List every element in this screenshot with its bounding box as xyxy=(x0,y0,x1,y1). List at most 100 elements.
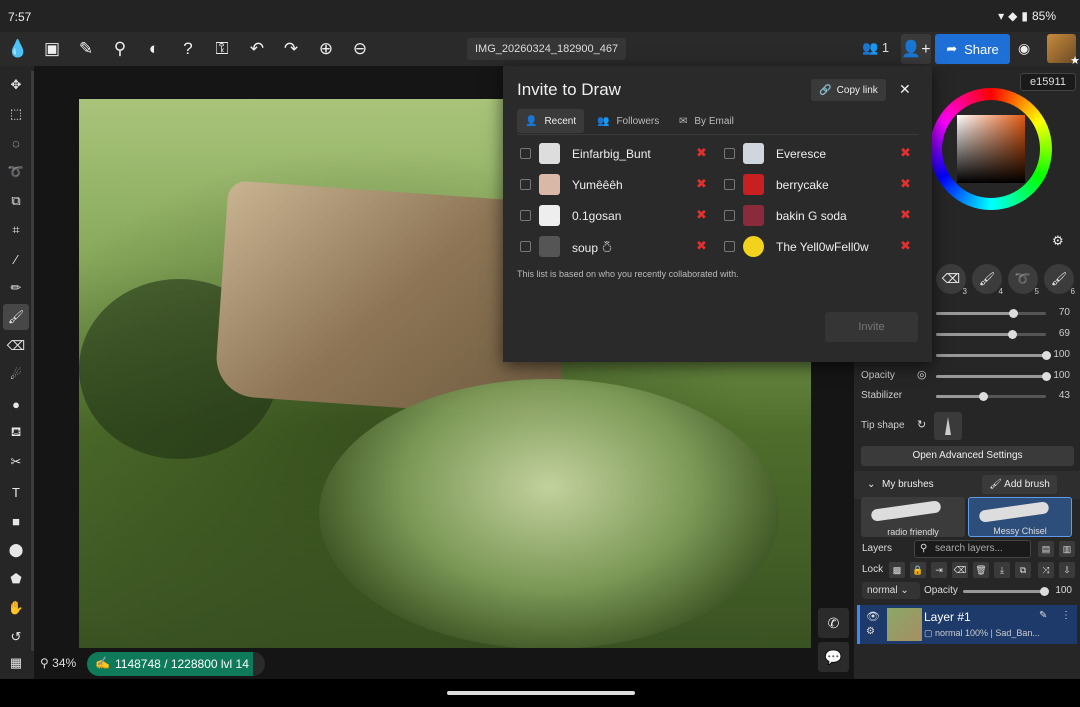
brush-slot-4[interactable]: 🖌 4 xyxy=(972,264,1003,296)
merge-down-icon[interactable]: ⤓ xyxy=(994,562,1010,578)
crop-icon[interactable]: ⌗ xyxy=(3,217,29,243)
avatar[interactable]: ★ xyxy=(1047,34,1080,67)
layer-options-icon[interactable]: ⚙ xyxy=(866,626,875,637)
undo-icon[interactable]: ↶ xyxy=(245,37,269,61)
layer-opacity-slider[interactable] xyxy=(963,587,1049,596)
checkbox[interactable] xyxy=(724,241,735,252)
image-icon[interactable]: ▣ xyxy=(40,37,64,61)
copy-icon[interactable]: ⧉ xyxy=(1015,562,1031,578)
rectangle-icon[interactable]: ■ xyxy=(3,508,29,534)
share-button[interactable]: ➦ Share xyxy=(935,34,1010,64)
checkbox[interactable] xyxy=(724,148,735,159)
rect-select-icon[interactable]: ⬚ xyxy=(3,101,29,127)
online-users[interactable]: 👥 1 xyxy=(862,40,889,56)
tab-followers[interactable]: 👥 Followers xyxy=(589,109,667,133)
checkbox[interactable] xyxy=(724,210,735,221)
text-icon[interactable]: T xyxy=(3,479,29,505)
feed-icon[interactable]: ◉ xyxy=(1018,40,1030,57)
remove-icon[interactable]: ✖ xyxy=(696,176,707,192)
my-brushes-label[interactable]: My brushes xyxy=(882,479,934,490)
eraser-icon[interactable]: ⌫ xyxy=(3,333,29,359)
slider-knob[interactable] xyxy=(1042,351,1051,360)
merge-icon[interactable]: ⇥ xyxy=(931,562,947,578)
list-item[interactable]: The Yell0wFell0w ✖ xyxy=(724,235,924,259)
zoom-out-icon[interactable]: ⊖ xyxy=(348,37,372,61)
contrast-icon[interactable]: ◐ xyxy=(142,37,166,61)
zoom-in-icon[interactable]: ⊕ xyxy=(314,37,338,61)
tab-by-email[interactable]: ✉ By Email xyxy=(671,109,742,133)
eye-icon[interactable]: 👁 xyxy=(866,610,880,623)
refresh-icon[interactable]: ↻ xyxy=(917,418,926,431)
list-item[interactable]: soup ঁ ✖ xyxy=(520,235,720,259)
copy-link-button[interactable]: 🔗 Copy link xyxy=(811,79,886,101)
chevron-down-icon[interactable]: ⌄ xyxy=(867,479,875,490)
brush-thumb[interactable]: radio friendly xyxy=(861,497,965,537)
eyedropper-icon[interactable]: ⁄ xyxy=(3,246,29,272)
slider-knob[interactable] xyxy=(1007,330,1017,339)
add-brush-button[interactable]: 🖌 Add brush xyxy=(982,475,1057,494)
slider-track[interactable] xyxy=(936,392,1046,401)
slider-track[interactable] xyxy=(936,372,1051,381)
lasso-fill-icon[interactable]: ✂ xyxy=(3,449,29,475)
blend-mode-select[interactable]: normal ⌄ xyxy=(862,582,920,599)
duplicate-layer-icon[interactable]: ▥ xyxy=(1059,541,1075,557)
layer-search-input[interactable]: search layers... xyxy=(914,540,1031,558)
slider-knob[interactable] xyxy=(1042,372,1051,381)
blur-icon[interactable]: ● xyxy=(3,391,29,417)
ellipse-select-icon[interactable]: ◌ xyxy=(3,130,29,156)
add-user-button[interactable]: 👤+ xyxy=(901,34,931,64)
tab-recent[interactable]: 👤 Recent xyxy=(517,109,585,133)
remove-icon[interactable]: ✖ xyxy=(900,145,911,161)
list-item[interactable]: Yumêêêh ✖ xyxy=(520,173,720,197)
remove-icon[interactable]: ✖ xyxy=(696,238,707,254)
remove-icon[interactable]: ✖ xyxy=(900,207,911,223)
lock-icon[interactable]: 🔒 xyxy=(910,562,926,578)
hand-icon[interactable]: ✋ xyxy=(3,595,29,621)
call-button[interactable]: ✆ xyxy=(818,608,849,638)
clear-icon[interactable]: ⌫ xyxy=(952,562,968,578)
shape-icon[interactable]: ⬟ xyxy=(3,566,29,592)
trash-icon[interactable]: 🗑 xyxy=(973,562,989,578)
checkbox[interactable] xyxy=(520,241,531,252)
brush-thumb[interactable]: Messy Chisel xyxy=(968,497,1072,537)
search-icon[interactable]: ⚲ xyxy=(108,37,132,61)
list-item[interactable]: 0.1gosan ✖ xyxy=(520,204,720,228)
pencil-icon[interactable]: ✎ xyxy=(74,37,98,61)
pressure-icon[interactable]: ◎ xyxy=(917,368,927,381)
slider-track[interactable] xyxy=(936,309,1046,318)
color-square[interactable] xyxy=(957,115,1025,183)
slider-opacity[interactable]: Opacity ◎ 100 xyxy=(854,367,1080,385)
fill-icon[interactable]: ⛾ xyxy=(3,420,29,446)
move-tool-icon[interactable]: ✥ xyxy=(3,72,29,98)
ellipse-icon[interactable]: ⬤ xyxy=(3,537,29,563)
invite-button[interactable]: Invite xyxy=(825,312,918,342)
more-icon[interactable]: ⋮ xyxy=(1061,610,1071,621)
slider-knob[interactable] xyxy=(1009,309,1018,318)
checkbox[interactable] xyxy=(520,148,531,159)
smudge-icon[interactable]: ☄ xyxy=(3,362,29,388)
close-icon[interactable]: ✕ xyxy=(899,81,911,98)
transform-icon[interactable]: ⧉ xyxy=(3,188,29,214)
rotate-icon[interactable]: ↺ xyxy=(3,624,29,650)
hex-color-input[interactable]: e15911 xyxy=(1020,73,1076,91)
checkbox[interactable] xyxy=(724,179,735,190)
color-wheel[interactable] xyxy=(930,88,1052,210)
home-indicator[interactable] xyxy=(447,691,635,695)
app-logo-icon[interactable]: 💧 xyxy=(6,37,30,61)
remove-icon[interactable]: ✖ xyxy=(900,238,911,254)
film-icon[interactable]: ▦ xyxy=(3,650,29,676)
list-item[interactable]: bakin G soda ✖ xyxy=(724,204,924,228)
key-icon[interactable]: ⚿ xyxy=(210,37,234,61)
remove-icon[interactable]: ✖ xyxy=(900,176,911,192)
checkbox[interactable] xyxy=(520,210,531,221)
gear-icon[interactable]: ⚙ xyxy=(1052,233,1064,249)
new-layer-icon[interactable]: ▤ xyxy=(1038,541,1054,557)
layer-settings-icon[interactable]: ⤨ xyxy=(1038,562,1054,578)
advanced-settings-button[interactable]: Open Advanced Settings xyxy=(861,446,1074,466)
list-item[interactable]: Einfarbig_Bunt ✖ xyxy=(520,142,720,166)
list-item[interactable]: Everesce ✖ xyxy=(724,142,924,166)
remove-icon[interactable]: ✖ xyxy=(696,145,707,161)
slider-knob[interactable] xyxy=(1040,587,1049,596)
slider-knob[interactable] xyxy=(979,392,989,401)
lasso-icon[interactable]: ➰ xyxy=(3,159,29,185)
